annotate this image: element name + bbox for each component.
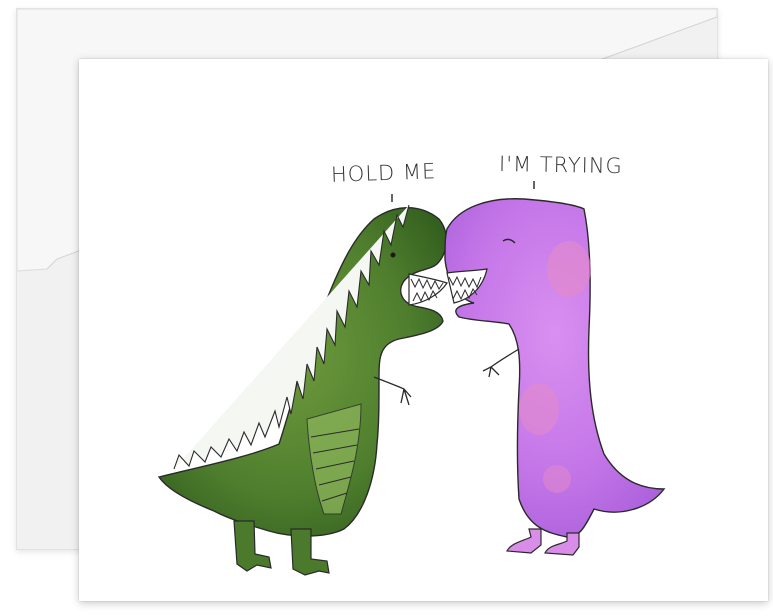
green-dinosaur (157, 204, 448, 576)
purple-dino-speech-caption: I'M TRYING (498, 151, 624, 179)
purple-dinosaur (444, 198, 666, 556)
green-dino-speech-caption: HOLD ME (330, 159, 437, 187)
dinosaur-illustration (157, 181, 666, 576)
greeting-card: HOLD ME I'M TRYING (79, 59, 768, 601)
